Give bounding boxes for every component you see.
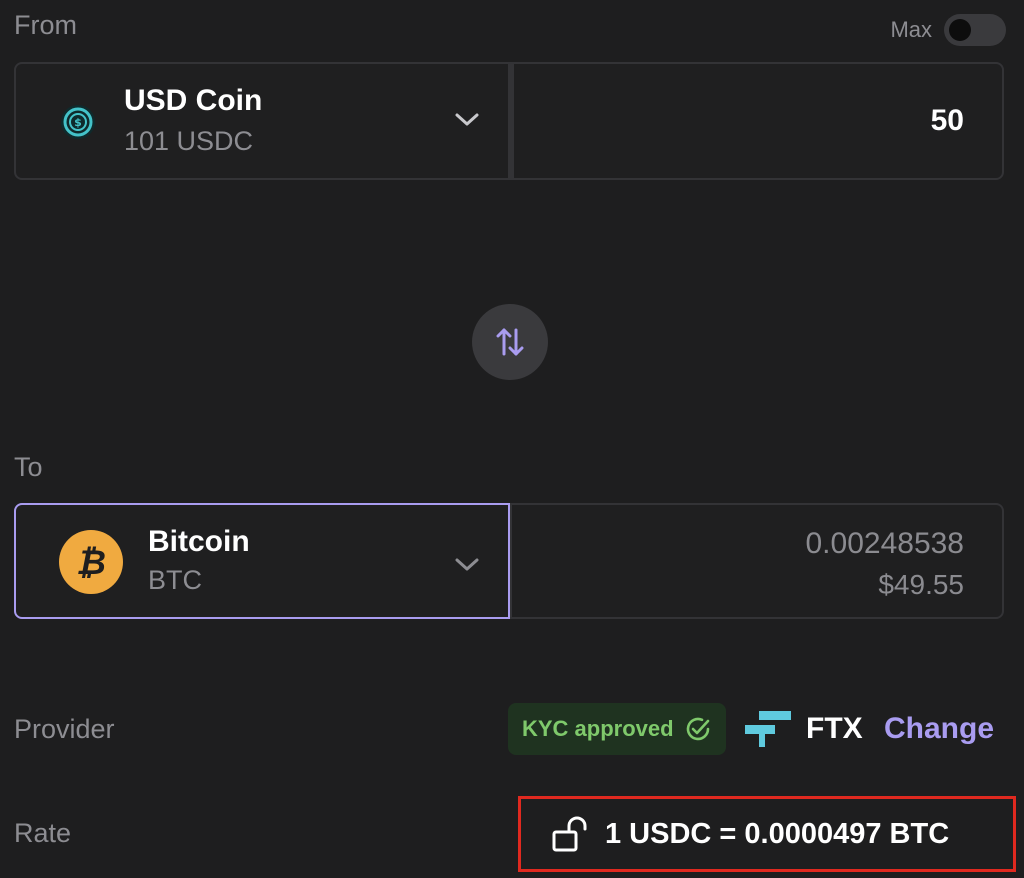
change-provider-button[interactable]: Change	[884, 712, 994, 746]
from-amount-value[interactable]: 50	[931, 104, 964, 138]
to-asset-ticker: BTC	[148, 565, 202, 595]
kyc-badge-text: KYC approved	[522, 716, 674, 741]
to-label: To	[14, 452, 43, 482]
usdc-coin-icon: $	[60, 104, 96, 140]
rate-value: 1 USDC = 0.0000497 BTC	[605, 817, 950, 850]
max-control: Max	[890, 14, 1006, 46]
from-asset-name: USD Coin	[124, 84, 263, 117]
to-amount-field: 0.00248538 $49.55	[510, 503, 1004, 619]
max-toggle-knob	[949, 19, 971, 41]
kyc-approved-badge: KYC approved	[508, 703, 726, 755]
ftx-logo-icon	[745, 709, 793, 749]
provider-name: FTX	[806, 712, 863, 745]
max-label: Max	[890, 17, 932, 42]
to-fiat-value: $49.55	[878, 569, 964, 600]
swap-arrows-icon	[496, 328, 524, 356]
chevron-down-icon[interactable]	[454, 557, 480, 578]
provider-label: Provider	[14, 714, 115, 744]
from-label: From	[14, 10, 77, 40]
from-amount-field[interactable]: 50	[510, 62, 1004, 180]
to-amount-value: 0.00248538	[805, 527, 965, 560]
rate-highlight: 1 USDC = 0.0000497 BTC	[518, 796, 1016, 872]
check-circle-icon	[686, 717, 709, 741]
swap-direction-button[interactable]	[472, 304, 548, 380]
max-toggle[interactable]	[944, 14, 1006, 46]
to-asset-selector[interactable]: ₿ Bitcoin BTC	[14, 503, 510, 619]
unlock-icon[interactable]	[551, 816, 591, 852]
svg-text:₿: ₿	[76, 543, 106, 583]
bitcoin-icon: ₿	[58, 529, 124, 595]
from-asset-selector[interactable]: $ USD Coin 101 USDC	[14, 62, 510, 180]
svg-text:$: $	[74, 116, 82, 129]
chevron-down-icon[interactable]	[454, 112, 480, 133]
rate-label: Rate	[14, 818, 72, 848]
to-asset-name: Bitcoin	[148, 525, 250, 558]
from-asset-balance: 101 USDC	[124, 126, 254, 156]
